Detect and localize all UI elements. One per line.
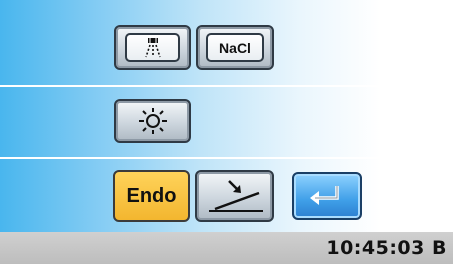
return-arrow-icon (310, 186, 339, 205)
light-button[interactable] (114, 99, 191, 143)
spray-button[interactable] (114, 25, 191, 70)
endo-label: Endo (126, 184, 177, 207)
row-divider-bottom (0, 157, 453, 159)
endo-button[interactable]: Endo (113, 170, 190, 222)
tilt-button[interactable] (195, 170, 274, 222)
light-icon (138, 108, 167, 134)
nacl-button[interactable]: NaCl (196, 25, 274, 70)
status-bar: 10:45:03 B (0, 232, 453, 264)
nacl-label: NaCl (206, 33, 264, 62)
back-button[interactable] (292, 172, 362, 220)
tilt-icon (208, 180, 263, 212)
status-trailing: B (432, 237, 447, 259)
status-time: 10:45:03 B (326, 237, 447, 259)
spray-button-face (125, 33, 180, 62)
spray-icon (144, 37, 161, 57)
row-divider-top (0, 85, 453, 87)
control-panel-screen: NaCl Endo 10:45:03 B (0, 0, 453, 264)
